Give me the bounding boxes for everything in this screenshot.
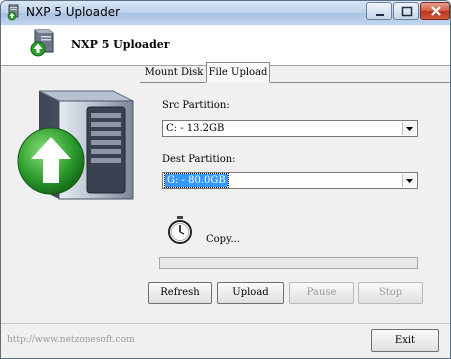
tab-divider xyxy=(270,82,450,83)
exit-button[interactable]: Exit xyxy=(371,329,439,352)
server-upload-icon xyxy=(17,90,134,200)
header-title: NXP 5 Uploader xyxy=(71,38,170,51)
stop-button[interactable]: Stop xyxy=(358,282,423,304)
copy-status-text: Copy... xyxy=(206,234,240,245)
dest-partition-value: G: - 80.0GB xyxy=(164,173,229,188)
close-icon xyxy=(431,6,441,16)
src-partition-label: Src Partition: xyxy=(162,100,230,111)
refresh-button[interactable]: Refresh xyxy=(148,282,212,304)
app-window: NXP 5 Uploader NXP 5 Uploader Mount Disk… xyxy=(0,0,451,359)
tab-divider xyxy=(140,82,206,83)
progress-bar xyxy=(159,257,418,269)
close-button[interactable] xyxy=(420,2,450,20)
dest-partition-label: Dest Partition: xyxy=(162,154,236,165)
app-icon xyxy=(7,4,19,21)
server-upload-icon xyxy=(30,29,54,57)
maximize-icon xyxy=(401,6,413,17)
window-title: NXP 5 Uploader xyxy=(26,5,121,19)
src-partition-value: C: - 13.2GB xyxy=(166,123,225,134)
maximize-button[interactable] xyxy=(393,2,419,20)
src-partition-select[interactable]: C: - 13.2GB xyxy=(162,120,418,137)
upload-button[interactable]: Upload xyxy=(217,282,284,304)
pause-button[interactable]: Pause xyxy=(289,282,354,304)
chevron-down-icon[interactable] xyxy=(402,174,416,187)
stopwatch-icon xyxy=(168,216,192,244)
title-bar[interactable]: NXP 5 Uploader xyxy=(1,1,450,25)
dest-partition-select[interactable]: G: - 80.0GB xyxy=(162,172,418,189)
footer-divider xyxy=(1,323,450,324)
minimize-icon xyxy=(376,14,384,16)
website-link[interactable]: http://www.netzonesoft.com xyxy=(7,335,135,345)
chevron-down-icon[interactable] xyxy=(402,122,416,135)
tab-mount-disk[interactable]: Mount Disk xyxy=(140,66,208,82)
minimize-button[interactable] xyxy=(366,2,392,20)
tab-file-upload[interactable]: File Upload xyxy=(206,62,270,82)
header-band: NXP 5 Uploader xyxy=(1,25,450,66)
